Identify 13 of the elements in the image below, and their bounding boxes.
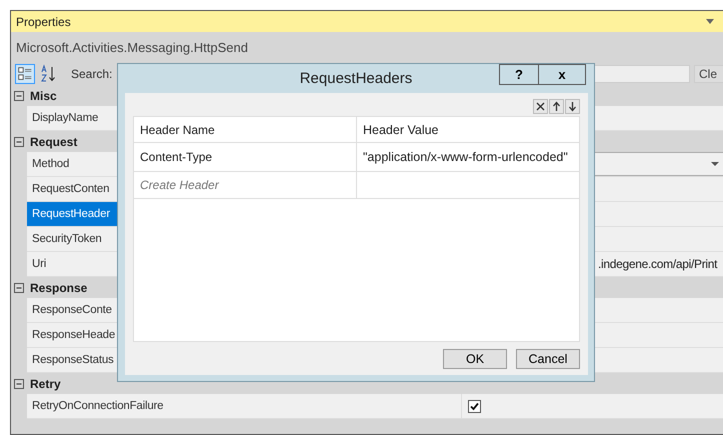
panel-title: Properties (16, 14, 71, 28)
category-label: Response (30, 280, 88, 294)
dialog-title: RequestHeaders (300, 70, 412, 87)
category-label: Misc (30, 88, 57, 102)
column-header: Header Value (362, 122, 440, 138)
property-value: .indegene.com/api/Print (598, 257, 718, 271)
column-header: Header Name (134, 117, 357, 142)
category-label: Request (30, 134, 78, 148)
category-label: Retry (30, 376, 61, 390)
table-cell-text: "application/x-www-form-urlencoded" (362, 149, 569, 166)
table-cell: Content-Type (134, 143, 357, 171)
object-name: Microsoft.Activities.Messaging.HttpSend (16, 40, 248, 54)
search-label: Search: (71, 66, 112, 80)
